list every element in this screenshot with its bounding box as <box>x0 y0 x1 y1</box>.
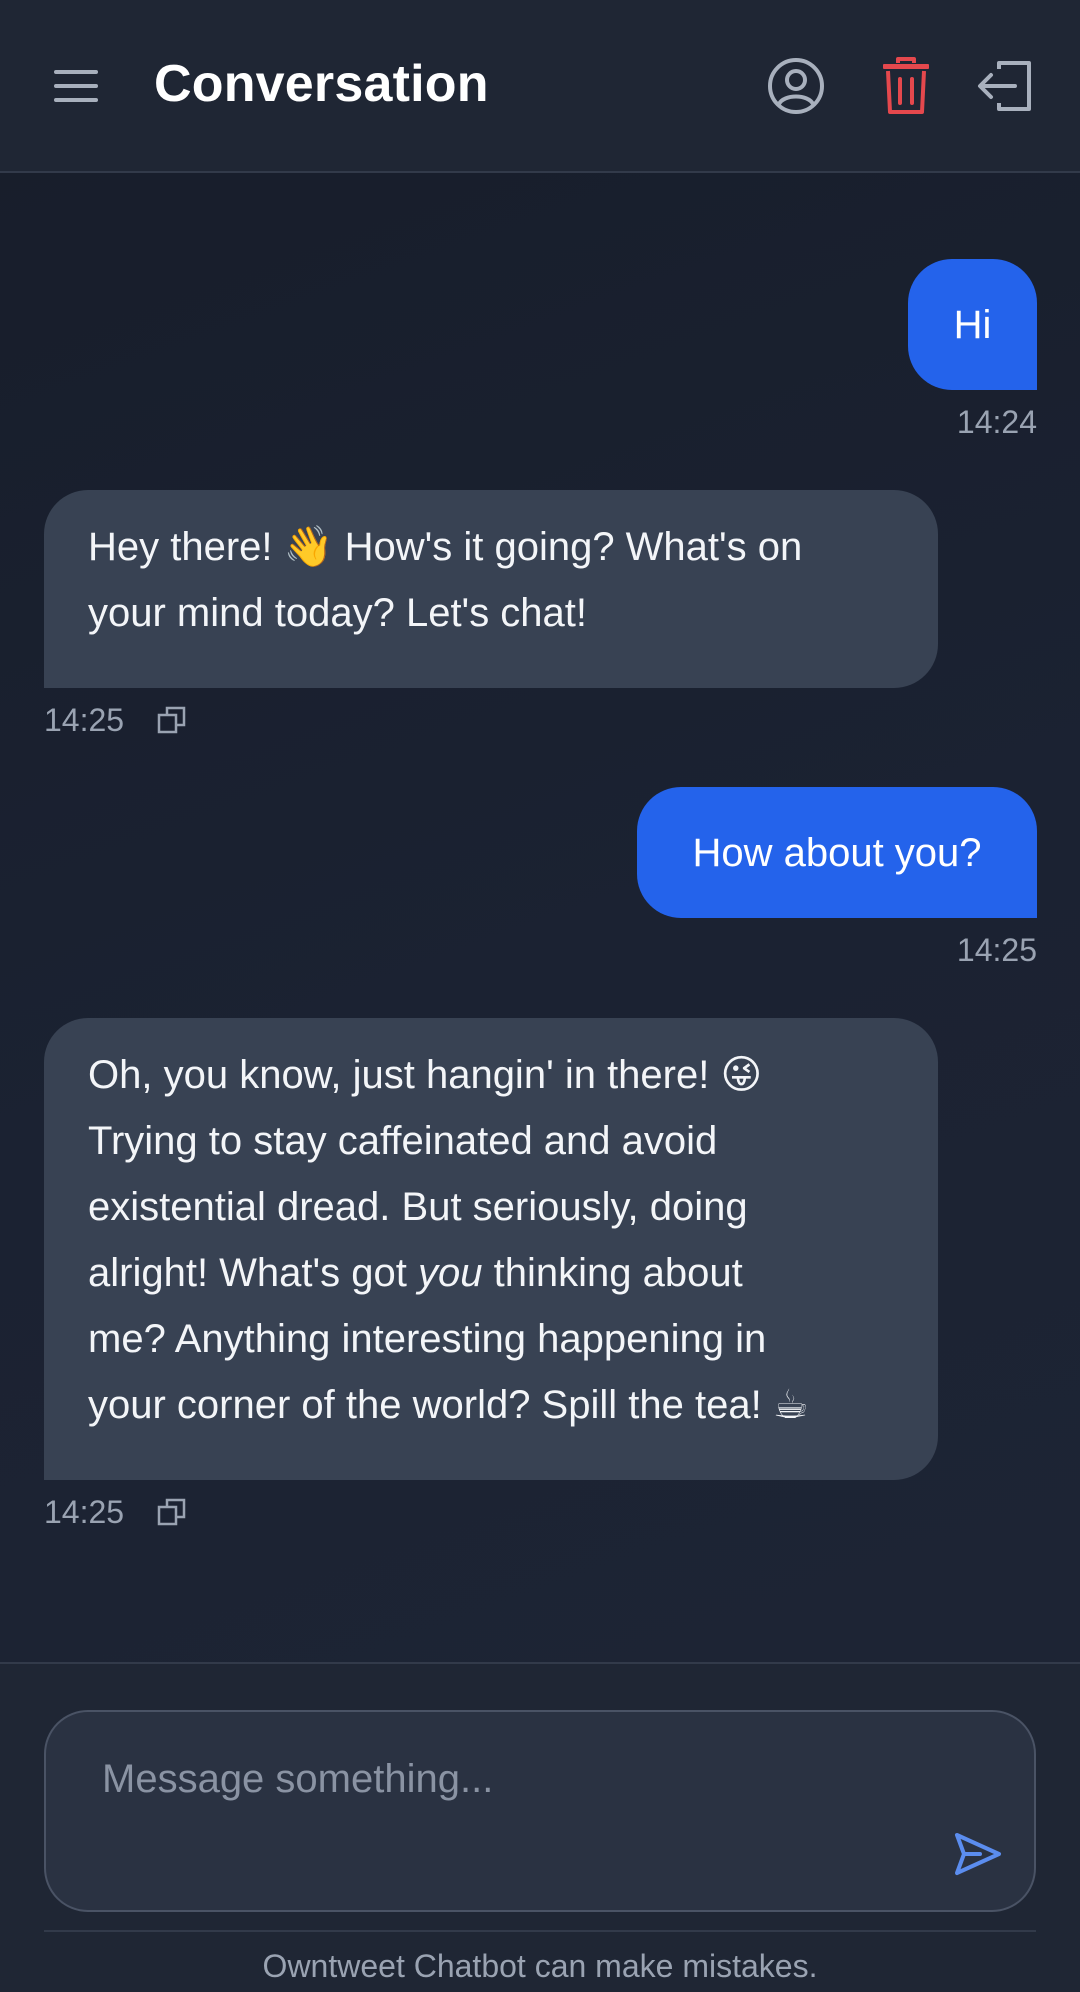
user-message: Hi <box>908 259 1037 390</box>
message-line: your mind today? Let's chat! <box>88 591 588 635</box>
message-timestamp: 14:25 <box>44 1494 125 1530</box>
user-message: How about you? <box>637 787 1037 918</box>
message-text: Hi <box>953 302 992 347</box>
copy-button[interactable] <box>152 700 192 740</box>
message-line: your corner of the world? Spill the tea!… <box>88 1383 809 1427</box>
divider <box>44 1930 1036 1932</box>
message-timestamp: 14:24 <box>956 404 1037 440</box>
delete-conversation-button[interactable] <box>868 48 944 124</box>
user-circle-icon <box>768 58 824 114</box>
copy-icon <box>157 706 186 734</box>
disclaimer-text: Owntweet Chatbot can make mistakes. <box>262 1948 818 1984</box>
message-text: alright! What's got <box>88 1251 418 1295</box>
assistant-message: Oh, you know, just hangin' in there! 😜 T… <box>44 1018 938 1480</box>
top-bar: Conversation <box>0 0 1080 173</box>
page-title: Conversation <box>154 55 489 113</box>
message-line: Hey there! 👋 How's it going? What's on <box>88 525 803 569</box>
message-input[interactable] <box>100 1752 900 1872</box>
logout-button[interactable] <box>966 48 1042 124</box>
send-icon <box>955 1833 1001 1875</box>
message-line: Oh, you know, just hangin' in there! 😜 <box>88 1053 763 1097</box>
message-text: How about you? <box>692 830 982 875</box>
trash-icon <box>883 57 929 114</box>
hamburger-menu-icon <box>54 70 98 102</box>
composer-area: Owntweet Chatbot can make mistakes. <box>0 1662 1080 1992</box>
message-line: Trying to stay caffeinated and avoid <box>88 1119 718 1163</box>
assistant-message: Hey there! 👋 How's it going? What's on y… <box>44 490 938 688</box>
chat-app: Conversation Hi 14:24 Hey there! 👋 How's… <box>0 0 1080 1992</box>
send-button[interactable] <box>948 1824 1008 1884</box>
menu-button[interactable] <box>40 50 112 122</box>
profile-button[interactable] <box>758 48 834 124</box>
message-line: me? Anything interesting happening in <box>88 1317 767 1361</box>
message-line: alright! What's got you thinking about <box>88 1240 894 1306</box>
message-text: thinking about <box>482 1251 743 1295</box>
logout-icon <box>978 61 1031 111</box>
message-line: existential dread. But seriously, doing <box>88 1185 748 1229</box>
emphasized-text: you <box>418 1251 483 1295</box>
message-timestamp: 14:25 <box>956 932 1037 968</box>
copy-button[interactable] <box>152 1492 192 1532</box>
message-composer <box>44 1710 1036 1912</box>
message-timestamp: 14:25 <box>44 702 125 738</box>
copy-icon <box>157 1498 186 1526</box>
